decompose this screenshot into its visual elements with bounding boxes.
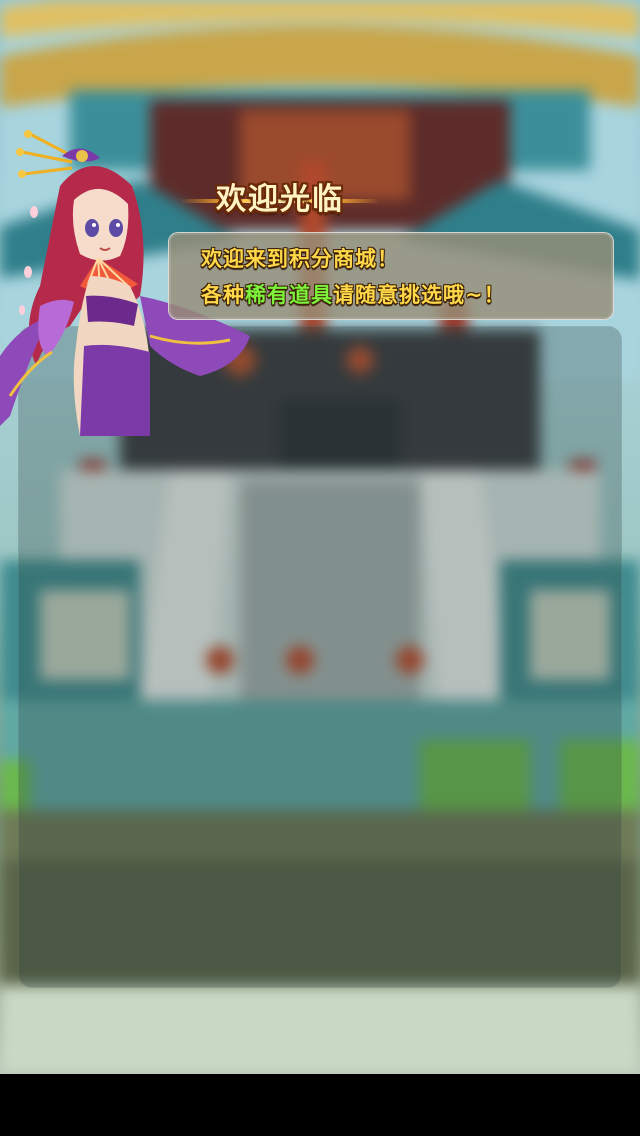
speech-line-2: 各种稀有道具请随意挑选哦~！ [201,279,506,311]
speech-line-2-highlight: 稀有道具 [245,283,333,307]
welcome-title-banner: 欢迎光临 [180,178,380,224]
speech-line-1: 欢迎来到积分商城！ [201,247,399,271]
speech-line-2-part-3: 请随意挑选哦~！ [333,283,506,307]
bottom-black-bar [0,1074,640,1136]
game-screen: 欢迎光临 欢迎来到积分商城！ 各种稀有道具请随意挑选哦~！ [0,0,640,1136]
welcome-title-text: 欢迎光临 [216,182,344,217]
npc-speech-box: 欢迎来到积分商城！ 各种稀有道具请随意挑选哦~！ [168,232,614,320]
speech-line-2-part-1: 各种 [201,283,245,307]
